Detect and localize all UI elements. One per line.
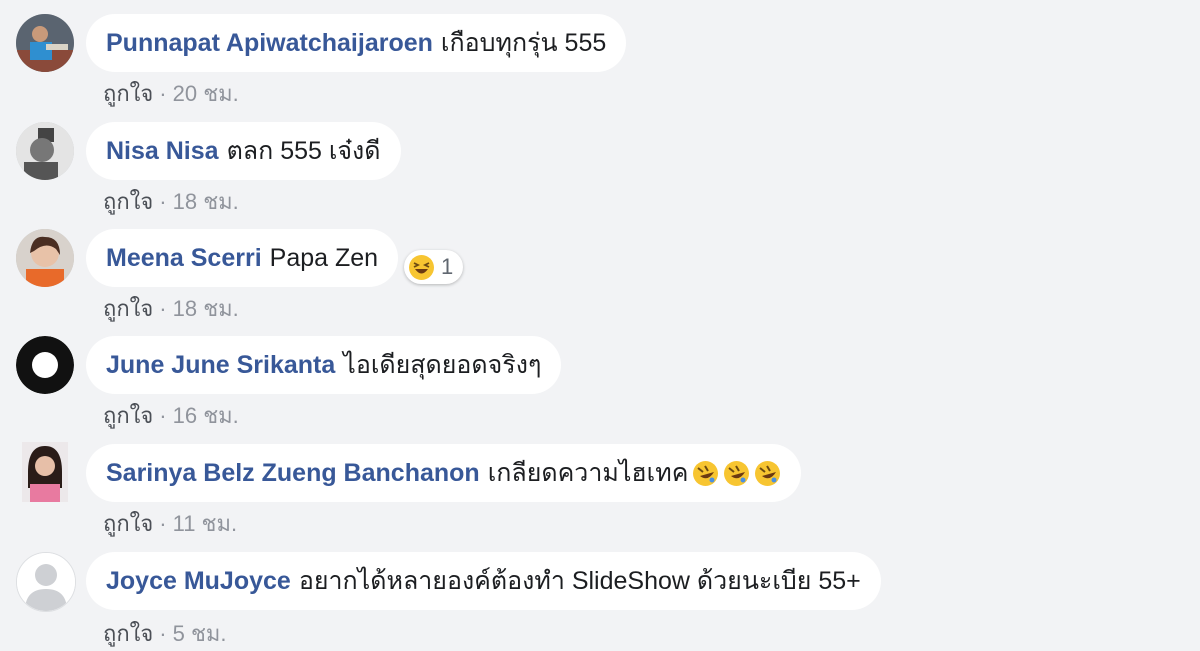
- comment-item: Nisa Nisa ตลก 555 เจ๋งดี ถูกใจ · 18 ชม.: [0, 108, 1200, 216]
- comment-item: Sarinya Belz Zueng Banchanon เกลียดความไ…: [0, 430, 1200, 538]
- comment-timestamp[interactable]: 18 ชม.: [173, 296, 239, 321]
- comment-actions: ถูกใจ · 16 ชม.: [103, 398, 239, 433]
- comment-item: Meena Scerri Papa Zen 1 ถูกใจ · 18 ชม.: [0, 215, 1200, 323]
- comment-item: June June Srikanta ไอเดียสุดยอดจริงๆ ถูก…: [0, 322, 1200, 430]
- comment-author[interactable]: Sarinya Belz Zueng Banchanon: [106, 459, 480, 488]
- comment-text: Papa Zen: [269, 243, 379, 272]
- comment-text: อยากได้หลายองค์ต้องทำ SlideShow ด้วยนะเบ…: [298, 567, 861, 595]
- avatar[interactable]: [16, 122, 74, 180]
- comment-actions: ถูกใจ · 20 ชม.: [103, 76, 239, 111]
- comment-author[interactable]: Meena Scerri: [106, 244, 262, 273]
- reaction-badge[interactable]: 1: [404, 250, 464, 284]
- comment-item: Joyce MuJoyce อยากได้หลายองค์ต้องทำ Slid…: [0, 538, 1200, 646]
- like-link[interactable]: ถูกใจ: [103, 511, 153, 536]
- comment-author[interactable]: Joyce MuJoyce: [106, 567, 291, 596]
- comment-bubble: Nisa Nisa ตลก 555 เจ๋งดี: [86, 122, 401, 180]
- laughing-emoji-icon: [408, 254, 435, 281]
- comment-actions: ถูกใจ · 18 ชม.: [103, 184, 239, 219]
- comment-bubble: June June Srikanta ไอเดียสุดยอดจริงๆ: [86, 336, 562, 394]
- comment-timestamp[interactable]: 18 ชม.: [173, 189, 239, 214]
- separator-dot: ·: [159, 511, 167, 536]
- comment-author[interactable]: Punnapat Apiwatchaijaroen: [106, 29, 433, 58]
- comment-actions: ถูกใจ · 5 ชม.: [103, 616, 227, 651]
- comment-actions: ถูกใจ · 11 ชม.: [103, 506, 237, 541]
- like-link[interactable]: ถูกใจ: [103, 403, 153, 428]
- separator-dot: ·: [159, 621, 167, 646]
- like-link[interactable]: ถูกใจ: [103, 296, 153, 321]
- comment-bubble: Punnapat Apiwatchaijaroen เกือบทุกรุ่น 5…: [86, 14, 627, 72]
- avatar[interactable]: [22, 442, 68, 502]
- comment-text: เกลียดความไฮเทค: [487, 459, 689, 487]
- comment-text: เกือบทุกรุ่น 555: [440, 29, 607, 57]
- avatar[interactable]: [16, 336, 74, 394]
- rofl-emoji-icon: [754, 460, 781, 487]
- separator-dot: ·: [159, 81, 167, 106]
- comment-bubble: Sarinya Belz Zueng Banchanon เกลียดความไ…: [86, 444, 802, 502]
- reaction-count: 1: [441, 254, 454, 279]
- like-link[interactable]: ถูกใจ: [103, 81, 153, 106]
- comment-item: Punnapat Apiwatchaijaroen เกือบทุกรุ่น 5…: [0, 0, 1200, 108]
- comment-timestamp[interactable]: 20 ชม.: [173, 81, 239, 106]
- rofl-emoji-icon: [692, 460, 719, 487]
- avatar[interactable]: [16, 229, 74, 287]
- separator-dot: ·: [159, 403, 167, 428]
- avatar[interactable]: [16, 552, 76, 612]
- comment-author[interactable]: Nisa Nisa: [106, 137, 219, 166]
- like-link[interactable]: ถูกใจ: [103, 621, 153, 646]
- avatar[interactable]: [16, 14, 74, 72]
- comment-bubble: Joyce MuJoyce อยากได้หลายองค์ต้องทำ Slid…: [86, 552, 881, 610]
- rofl-emoji-icon: [723, 460, 750, 487]
- comment-author[interactable]: June June Srikanta: [106, 351, 335, 380]
- comment-actions: ถูกใจ · 18 ชม.: [103, 291, 239, 326]
- separator-dot: ·: [159, 296, 167, 321]
- comment-text: ตลก 555 เจ๋งดี: [226, 137, 381, 165]
- comment-timestamp[interactable]: 11 ชม.: [173, 511, 238, 536]
- comment-bubble: Meena Scerri Papa Zen: [86, 229, 399, 287]
- comment-timestamp[interactable]: 5 ชม.: [173, 621, 227, 646]
- like-link[interactable]: ถูกใจ: [103, 189, 153, 214]
- comment-text: ไอเดียสุดยอดจริงๆ: [343, 351, 542, 379]
- comment-timestamp[interactable]: 16 ชม.: [173, 403, 239, 428]
- separator-dot: ·: [159, 189, 167, 214]
